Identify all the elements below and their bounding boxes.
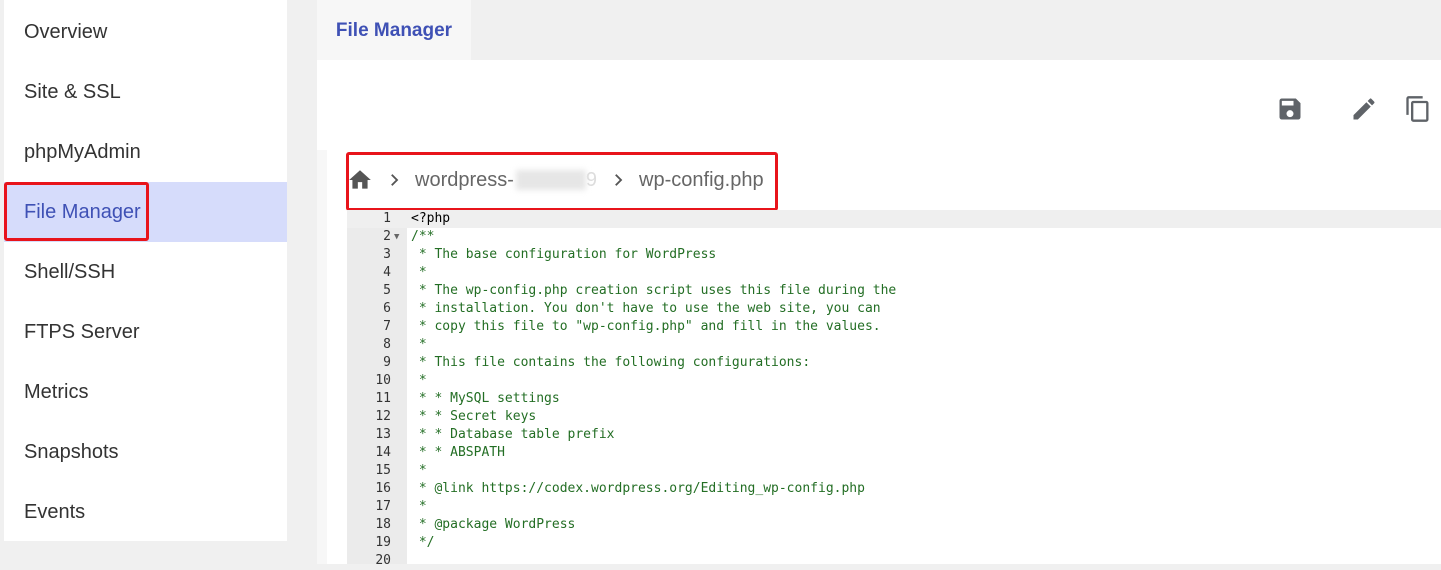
code-line[interactable]: 10 * [347,372,1441,390]
main-panel: File Manager wordpress- 9 wp-config.php 1… [317,0,1441,568]
code-line[interactable]: 2 ▼ /** [347,228,1441,246]
sidebar-item-phpmyadmin[interactable]: phpMyAdmin [4,122,287,182]
line-text: * * ABSPATH [411,445,505,460]
sidebar: Overview Site & SSL phpMyAdmin File Mana… [4,0,287,541]
tab-file-manager[interactable]: File Manager [317,2,471,60]
highlight-box-sidebar [4,182,149,241]
edit-icon[interactable] [1350,95,1378,123]
line-number: 5 [383,283,391,298]
line-text: * @link https://codex.wordpress.org/Edit… [411,481,865,496]
line-number: 12 [375,409,391,424]
tabstrip-background [471,0,1441,60]
line-text: * * MySQL settings [411,391,560,406]
code-line[interactable]: 18 * @package WordPress [347,516,1441,534]
sidebar-item-metrics[interactable]: Metrics [4,362,287,422]
code-line[interactable]: 7 * copy this file to "wp-config.php" an… [347,318,1441,336]
line-number: 14 [375,445,391,460]
sidebar-item-events[interactable]: Events [4,482,287,542]
code-line[interactable]: 13 * * Database table prefix [347,426,1441,444]
code-line[interactable]: 15 * [347,462,1441,480]
code-line[interactable]: 16 * @link https://codex.wordpress.org/E… [347,480,1441,498]
line-text: * [411,373,427,388]
code-editor[interactable]: 1 <?php 2 ▼ /** 3 * The base configuration fo… [347,210,1441,568]
sidebar-item-ftps-server[interactable]: FTPS Server [4,302,287,362]
code-line[interactable]: 1 <?php [347,210,1441,228]
line-number: 3 [383,247,391,262]
line-number: 16 [375,481,391,496]
line-number: 15 [375,463,391,478]
line-text: * copy this file to "wp-config.php" and … [411,319,881,334]
code-line[interactable]: 11 * * MySQL settings [347,390,1441,408]
code-line[interactable]: 9 * This file contains the following con… [347,354,1441,372]
code-line[interactable]: 5 * The wp-config.php creation script us… [347,282,1441,300]
line-text: /** [411,229,435,244]
code-line[interactable]: 12 * * Secret keys [347,408,1441,426]
line-number: 4 [383,265,391,280]
line-number: 20 [375,553,391,568]
sidebar-item-shell-ssh[interactable]: Shell/SSH [4,242,287,302]
code-line[interactable]: 4 * [347,264,1441,282]
line-text: * installation. You don't have to use th… [411,301,881,316]
code-line[interactable]: 19 */ [347,534,1441,552]
line-number: 1 [383,211,391,226]
line-number: 10 [375,373,391,388]
code-line[interactable]: 20 [347,552,1441,570]
line-number: 9 [383,355,391,370]
code-line[interactable]: 8 * [347,336,1441,354]
line-number: 11 [375,391,391,406]
line-text: * The base configuration for WordPress [411,247,717,262]
sidebar-item-snapshots[interactable]: Snapshots [4,422,287,482]
code-line[interactable]: 6 * installation. You don't have to use … [347,300,1441,318]
line-number: 6 [383,301,391,316]
line-text: * * Database table prefix [411,427,615,442]
line-number: 7 [383,319,391,334]
line-text: */ [411,535,435,550]
line-number: 19 [375,535,391,550]
line-number: 8 [383,337,391,352]
line-text: * @package WordPress [411,517,576,532]
toolbar [317,60,1441,150]
line-text: * [411,463,427,478]
line-number: 13 [375,427,391,442]
line-text: * [411,265,427,280]
line-text: * [411,337,427,352]
code-line[interactable]: 17 * [347,498,1441,516]
line-number: 17 [375,499,391,514]
code-line[interactable]: 3 * The base configuration for WordPress [347,246,1441,264]
line-text: * * Secret keys [411,409,537,424]
save-icon[interactable] [1276,95,1304,123]
fold-arrow-icon[interactable]: ▼ [394,228,399,246]
code-line[interactable]: 14 * * ABSPATH [347,444,1441,462]
line-text: * The wp-config.php creation script uses… [411,283,897,298]
line-number: 18 [375,517,391,532]
sidebar-item-overview[interactable]: Overview [4,2,287,62]
line-text: <?php [411,211,451,226]
highlight-box-breadcrumb [346,152,778,211]
line-text: * [411,499,427,514]
sidebar-item-site-ssl[interactable]: Site & SSL [4,62,287,122]
line-number: 2 [383,229,391,244]
copy-icon[interactable] [1404,95,1432,123]
line-text: * This file contains the following confi… [411,355,811,370]
